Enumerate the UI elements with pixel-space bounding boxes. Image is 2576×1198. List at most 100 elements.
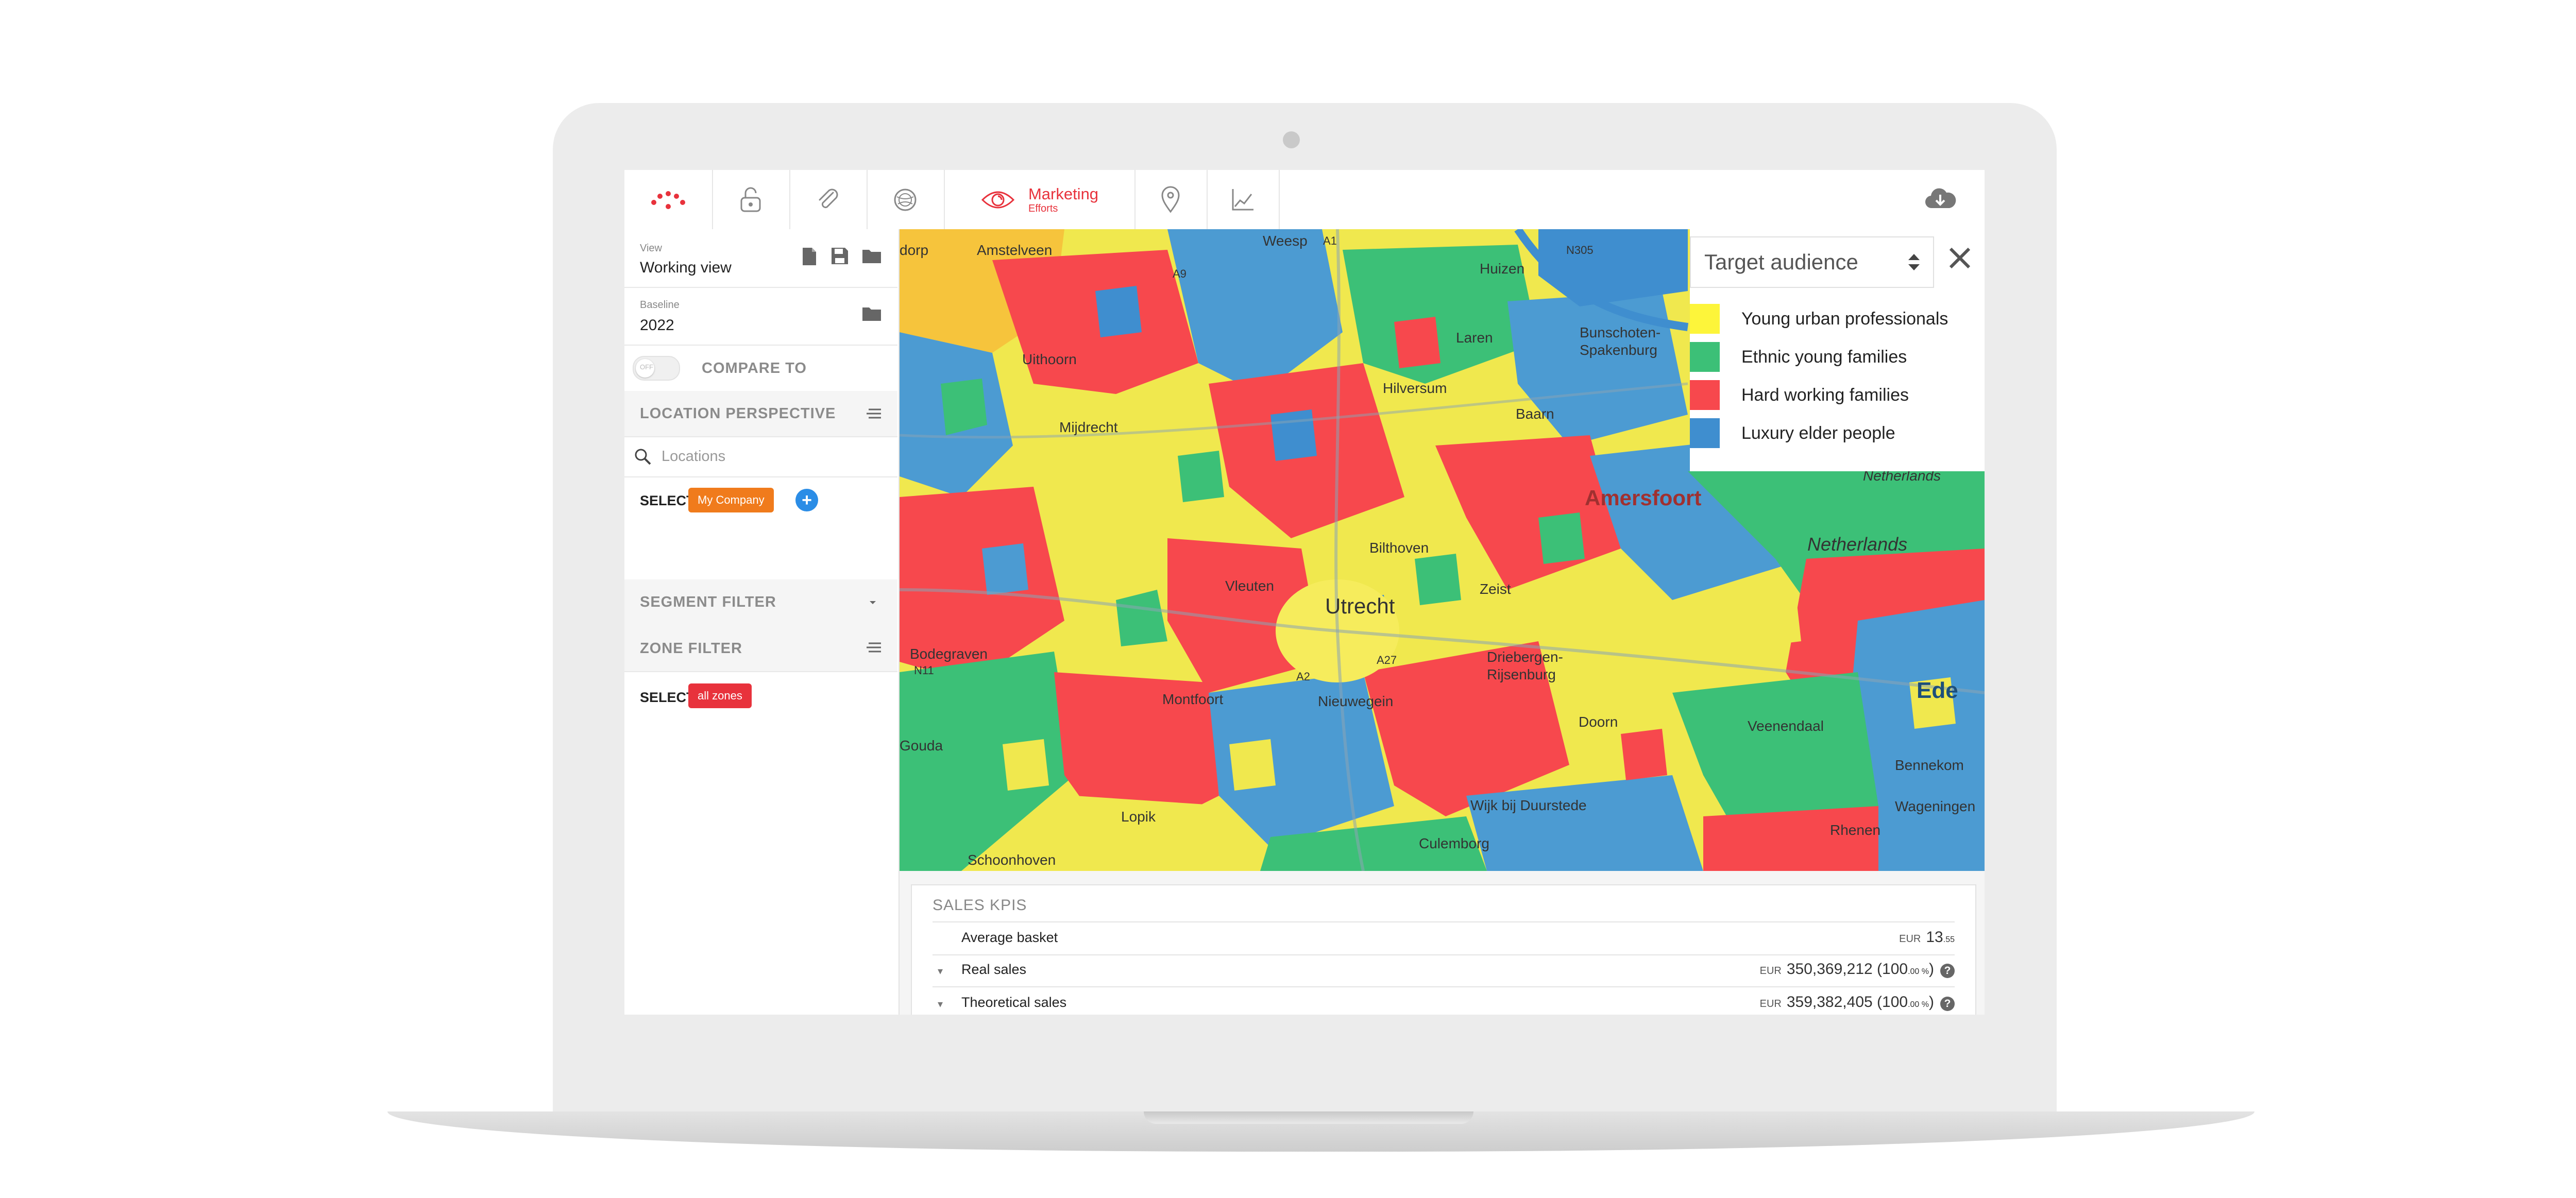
map-label: Hilversum [1383,380,1447,396]
laptop-hinge [1144,1111,1473,1124]
camera-icon [1283,131,1300,148]
help-icon[interactable]: ? [1940,964,1955,978]
zone-select-row: SELECT all zones [624,671,897,733]
menu-lines-icon[interactable] [865,641,882,655]
legend-swatch [1690,418,1720,448]
map-label: Rhenen [1830,822,1880,838]
kpi-amount: 359,382,405 (100 [1786,994,1908,1011]
caret-down-icon[interactable]: ▾ [938,965,943,978]
legend-label: Young urban professionals [1741,309,1948,329]
help-icon[interactable]: ? [1940,997,1955,1011]
kpi-decimal: .00 % [1908,1000,1929,1009]
road-label: A9 [1173,267,1187,280]
segment-filter-header[interactable]: SEGMENT FILTER [624,579,897,626]
kpi-row-average-basket[interactable]: Average basket EUR 13.55 [933,921,1955,955]
toggle-state: OFF [640,363,653,371]
baseline-value: 2022 [640,317,674,334]
target-audience-select[interactable]: Target audience [1690,236,1934,288]
zone-select-label: SELECT [640,690,695,705]
compare-label: COMPARE TO [702,360,807,376]
kpi-value: EUR 350,369,212 (100.00 %) ? [1760,961,1955,978]
nav-marketing-efforts[interactable]: Marketing Efforts [944,170,1136,229]
location-perspective-header[interactable]: LOCATION PERSPECTIVE [624,391,897,437]
road-label: A1 [1323,234,1337,247]
logo[interactable] [624,170,713,229]
add-company-button[interactable]: + [795,489,818,511]
kpi-title: SALES KPIS [933,897,1027,914]
map-label: Netherlands [1807,534,1907,555]
compare-toggle[interactable]: OFF [633,356,680,381]
map-label: Wijk bij Duurstede [1470,797,1587,813]
chevron-down-icon[interactable] [868,599,878,606]
folder-icon[interactable] [861,305,882,322]
menu-lines-icon[interactable] [865,407,882,421]
view-value: Working view [640,259,732,276]
zone-filter-header[interactable]: ZONE FILTER [624,625,897,672]
folder-icon[interactable] [861,248,882,264]
location-search-row [624,436,897,477]
map-label: Bodegraven [910,646,988,662]
map-label: Bennekom [1895,757,1964,773]
sidebar: View Working view Baseline 2022 OFF COMP… [624,229,900,1015]
zone-filter-title: ZONE FILTER [640,640,742,657]
legend-swatch [1690,380,1720,410]
sales-kpis-card: SALES KPIS Average basket EUR 13.55 ▾ Re… [911,884,1976,1015]
legend-item: Young urban professionals [1690,303,1948,334]
map-label: Gouda [900,738,943,754]
map-label: Mijdrecht [1059,419,1118,435]
nav-globe[interactable] [867,170,945,229]
map-label: Schoonhoven [968,852,1056,868]
map-label: Bunschoten- [1580,324,1660,340]
target-audience-panel: Target audience Young urban professional… [1690,229,1985,471]
map-canvas[interactable]: Amstelveen dorp Weesp Huizen Laren Hilve… [900,229,1985,871]
company-chip[interactable]: My Company [688,488,774,512]
legend-item: Luxury elder people [1690,418,1895,449]
map-label: Laren [1456,330,1493,346]
kpi-close-paren: ) [1929,994,1934,1011]
legend-swatch [1690,304,1720,334]
nav-label: Marketing [1028,184,1099,203]
location-perspective-title: LOCATION PERSPECTIVE [640,405,836,422]
save-icon[interactable] [831,247,849,265]
map-label: Huizen [1480,261,1524,277]
map-label: Culemborg [1419,835,1489,851]
map-label: Montfoort [1162,691,1223,707]
zone-chip[interactable]: all zones [688,683,752,708]
map-label: Utrecht [1325,594,1395,618]
map-pin-icon [1161,186,1180,213]
kpi-value: EUR 359,382,405 (100.00 %) ? [1760,994,1955,1011]
nav-chart[interactable] [1207,170,1280,229]
road-label: N305 [1566,244,1594,256]
kpi-row-real-sales[interactable]: ▾ Real sales EUR 350,369,212 (100.00 %) … [933,954,1955,987]
kpi-currency: EUR [1899,933,1921,945]
view-row[interactable]: View Working view [624,229,897,288]
kpi-amount: 13 [1926,929,1943,946]
nav-lock[interactable] [712,170,790,229]
kpi-row-theoretical-sales[interactable]: ▾ Theoretical sales EUR 359,382,405 (100… [933,987,1955,1015]
nav-attach[interactable] [789,170,868,229]
unlock-icon [740,187,761,212]
map-label: Amersfoort [1585,486,1701,510]
map-label: Vleuten [1225,578,1274,594]
close-icon[interactable] [1946,245,1973,271]
map-label: Weesp [1263,233,1308,249]
app-screen: Marketing Efforts View Working view Base… [624,170,1985,1015]
map-label: Ede [1917,678,1958,703]
target-audience-title: Target audience [1704,250,1858,274]
new-file-icon[interactable] [801,247,818,266]
locations-search-input[interactable] [660,440,889,472]
nav-location[interactable] [1134,170,1208,229]
map-label: Amstelveen [977,242,1052,258]
nav-sublabel: Efforts [1028,202,1058,214]
line-chart-icon [1232,189,1253,210]
baseline-row[interactable]: Baseline 2022 [624,287,897,346]
map-label: Lopik [1121,809,1156,825]
legend-label: Ethnic young families [1741,347,1907,367]
cloud-download-icon [1925,188,1956,209]
cloud-download-button[interactable] [1924,185,1957,215]
legend-swatch [1690,342,1720,372]
kpi-area: SALES KPIS Average basket EUR 13.55 ▾ Re… [900,871,1985,1015]
map-label: Spakenburg [1580,342,1657,358]
kpi-name: Average basket [961,930,1058,945]
caret-down-icon[interactable]: ▾ [938,998,943,1011]
